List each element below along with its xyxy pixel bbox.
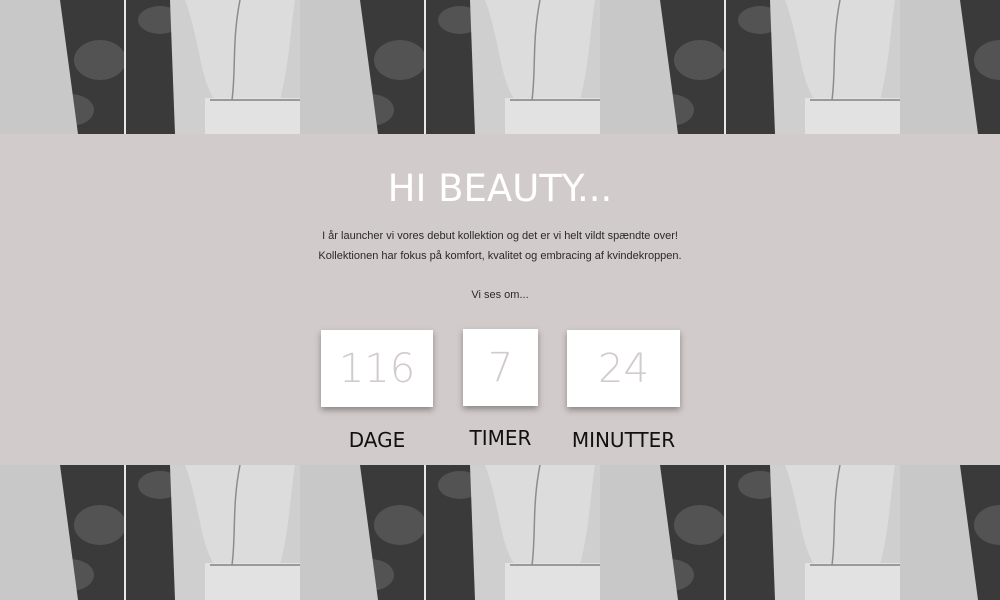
model-photo — [900, 0, 1000, 134]
intro-line: I år launcher vi vores debut kollektion … — [322, 230, 678, 242]
model-photo — [900, 465, 1000, 600]
model-photo — [300, 465, 600, 600]
coming-soon-page: HI BEAUTY... I år launcher vi vores debu… — [0, 0, 1000, 600]
intro-line: Kollektionen har fokus på komfort, kvali… — [318, 250, 682, 262]
hours-label: TIMER — [469, 426, 532, 450]
days-counter: 116 — [321, 330, 433, 407]
model-photo — [0, 465, 300, 600]
model-photo — [300, 0, 600, 134]
countdown-section: HI BEAUTY... I år launcher vi vores debu… — [0, 134, 1000, 465]
top-photo-banner — [0, 0, 1000, 134]
model-photo — [600, 465, 900, 600]
days-label: DAGE — [348, 428, 406, 452]
minutes-counter: 24 — [567, 330, 680, 407]
see-you-text: Vi ses om... — [471, 289, 529, 301]
minutes-label: MINUTTER — [571, 428, 676, 452]
page-title: HI BEAUTY... — [387, 167, 613, 210]
model-photo — [600, 0, 900, 134]
model-photo — [0, 0, 300, 134]
intro-text: I år launcher vi vores debut kollektion … — [0, 226, 1000, 266]
hours-counter: 7 — [463, 329, 538, 406]
bottom-photo-banner — [0, 465, 1000, 600]
